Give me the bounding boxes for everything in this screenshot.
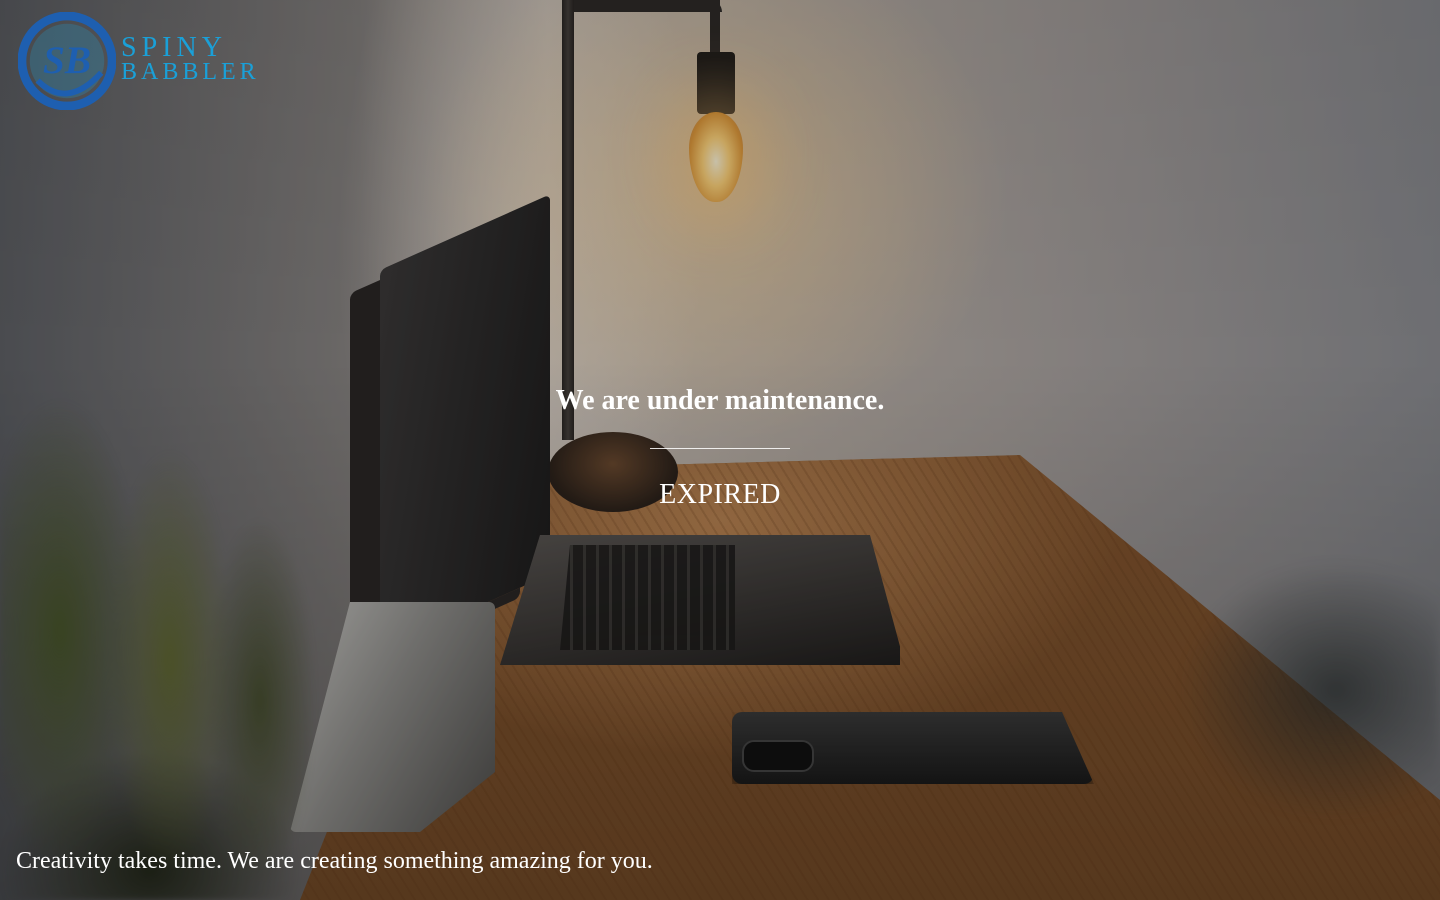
status-text: EXPIRED <box>659 479 781 510</box>
footer-tagline: Creativity takes time. We are creating s… <box>16 848 653 874</box>
site-logo[interactable]: SB SPINY BABBLER <box>18 12 278 112</box>
page-title: We are under maintenance. <box>555 385 885 416</box>
logo-word-babbler: BABBLER <box>121 59 260 85</box>
maintenance-panel: We are under maintenance. EXPIRED <box>420 380 1020 513</box>
divider <box>650 448 790 449</box>
logo-mark-icon: SB <box>18 12 116 110</box>
logo-mark-text: SB <box>43 39 91 82</box>
